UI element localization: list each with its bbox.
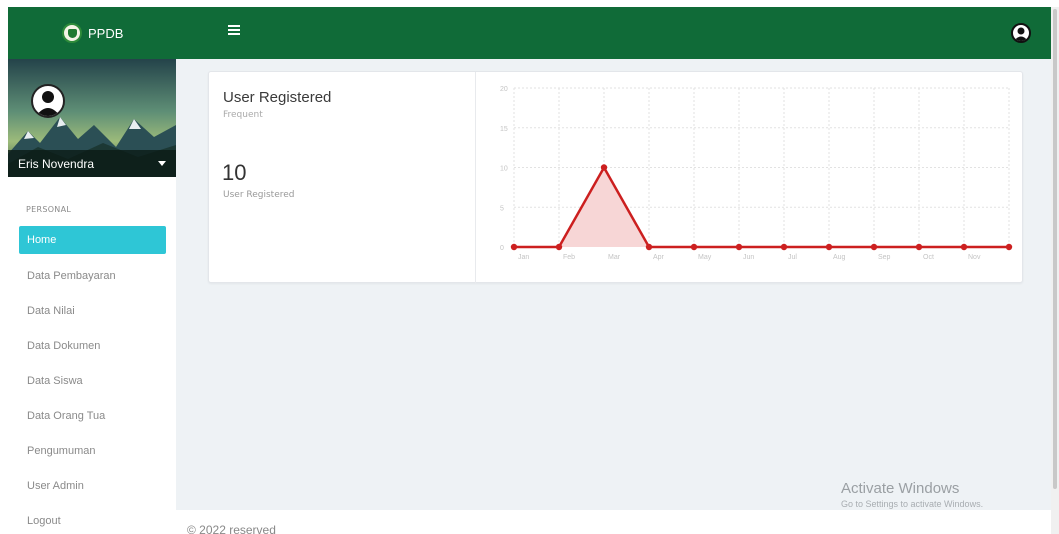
x-tick-label: Aug bbox=[833, 254, 846, 261]
watermark-subtitle: Go to Settings to activate Windows. bbox=[841, 499, 984, 509]
sidebar-item-pengumuman[interactable]: Pengumuman bbox=[8, 433, 176, 468]
x-tick-label: Jan bbox=[518, 254, 529, 261]
data-point bbox=[780, 243, 788, 251]
hamburger-icon[interactable] bbox=[228, 25, 240, 35]
data-point bbox=[600, 164, 608, 171]
watermark-title: Activate Windows bbox=[841, 480, 960, 497]
activate-windows-watermark: Activate Windows Go to Settings to activ… bbox=[841, 480, 983, 509]
sidebar-item-user-admin[interactable]: User Admin bbox=[8, 468, 176, 503]
section-label: PERSONAL bbox=[26, 205, 72, 214]
data-point bbox=[690, 243, 698, 251]
user-registered-card: User Registered Frequent 10 User Registe… bbox=[208, 71, 1023, 284]
user-icon[interactable] bbox=[1011, 23, 1031, 43]
footer: © 2022 reserved bbox=[176, 510, 1051, 534]
y-tick-label: 0 bbox=[500, 245, 504, 252]
data-point bbox=[1005, 243, 1013, 251]
data-point bbox=[825, 243, 833, 251]
brand-name: PPDB bbox=[88, 25, 124, 41]
y-tick-label: 15 bbox=[500, 126, 508, 133]
x-tick-label: Nov bbox=[968, 254, 981, 261]
data-point bbox=[960, 243, 968, 251]
user-name: Eris Novendra bbox=[18, 156, 95, 171]
sidebar-item-logout[interactable]: Logout bbox=[8, 503, 176, 534]
data-point bbox=[870, 243, 878, 251]
card-subtitle: Frequent bbox=[223, 110, 263, 120]
brand-header[interactable]: PPDB bbox=[8, 7, 176, 59]
sidebar-item-home[interactable]: Home bbox=[19, 226, 166, 254]
data-point bbox=[915, 243, 923, 251]
main-content: User Registered Frequent 10 User Registe… bbox=[176, 59, 1051, 510]
profile-panel: Eris Novendra bbox=[8, 59, 176, 177]
registered-count-label: User Registered bbox=[223, 190, 295, 200]
y-tick-label: 10 bbox=[500, 166, 508, 173]
registration-chart: 0 5 10 15 20 Jan Feb Mar Apr May Jun Jul Aug Sep Oct No… bbox=[500, 86, 1013, 261]
x-tick-label: Feb bbox=[563, 254, 575, 261]
x-tick-label: Sep bbox=[878, 254, 891, 261]
sidebar-item-data-pembayaran[interactable]: Data Pembayaran bbox=[8, 258, 176, 293]
data-point bbox=[645, 243, 653, 251]
data-point bbox=[555, 243, 563, 251]
x-tick-label: Mar bbox=[608, 254, 621, 261]
x-tick-label: Jun bbox=[743, 254, 754, 261]
x-tick-label: May bbox=[698, 254, 712, 261]
user-dropdown[interactable]: Eris Novendra bbox=[8, 150, 176, 177]
sidebar-nav: Home Data Pembayaran Data Nilai Data Dok… bbox=[8, 226, 176, 534]
data-point bbox=[735, 243, 743, 251]
footer-text: © 2022 reserved bbox=[187, 523, 276, 534]
card-title: User Registered bbox=[223, 89, 332, 106]
y-tick-label: 20 bbox=[500, 86, 508, 93]
data-point bbox=[510, 243, 518, 251]
x-tick-label: Apr bbox=[653, 254, 665, 261]
sidebar-item-data-dokumen[interactable]: Data Dokumen bbox=[8, 328, 176, 363]
caret-down-icon bbox=[158, 161, 166, 166]
profile-avatar bbox=[31, 84, 65, 118]
x-tick-label: Jul bbox=[788, 254, 797, 261]
registered-count: 10 bbox=[222, 160, 247, 185]
sidebar-item-data-orang-tua[interactable]: Data Orang Tua bbox=[8, 398, 176, 433]
sidebar-item-data-siswa[interactable]: Data Siswa bbox=[8, 363, 176, 398]
sidebar: PPDB Eris Novendra PERSONAL Home Data Pe… bbox=[8, 7, 176, 534]
top-navbar bbox=[176, 7, 1051, 59]
card-stats: User Registered Frequent 10 User Registe… bbox=[209, 72, 476, 284]
sidebar-item-data-nilai[interactable]: Data Nilai bbox=[8, 293, 176, 328]
school-logo-icon bbox=[62, 23, 82, 43]
y-tick-label: 5 bbox=[500, 205, 504, 212]
x-tick-label: Oct bbox=[923, 254, 934, 261]
scrollbar-thumb[interactable] bbox=[1053, 9, 1057, 489]
